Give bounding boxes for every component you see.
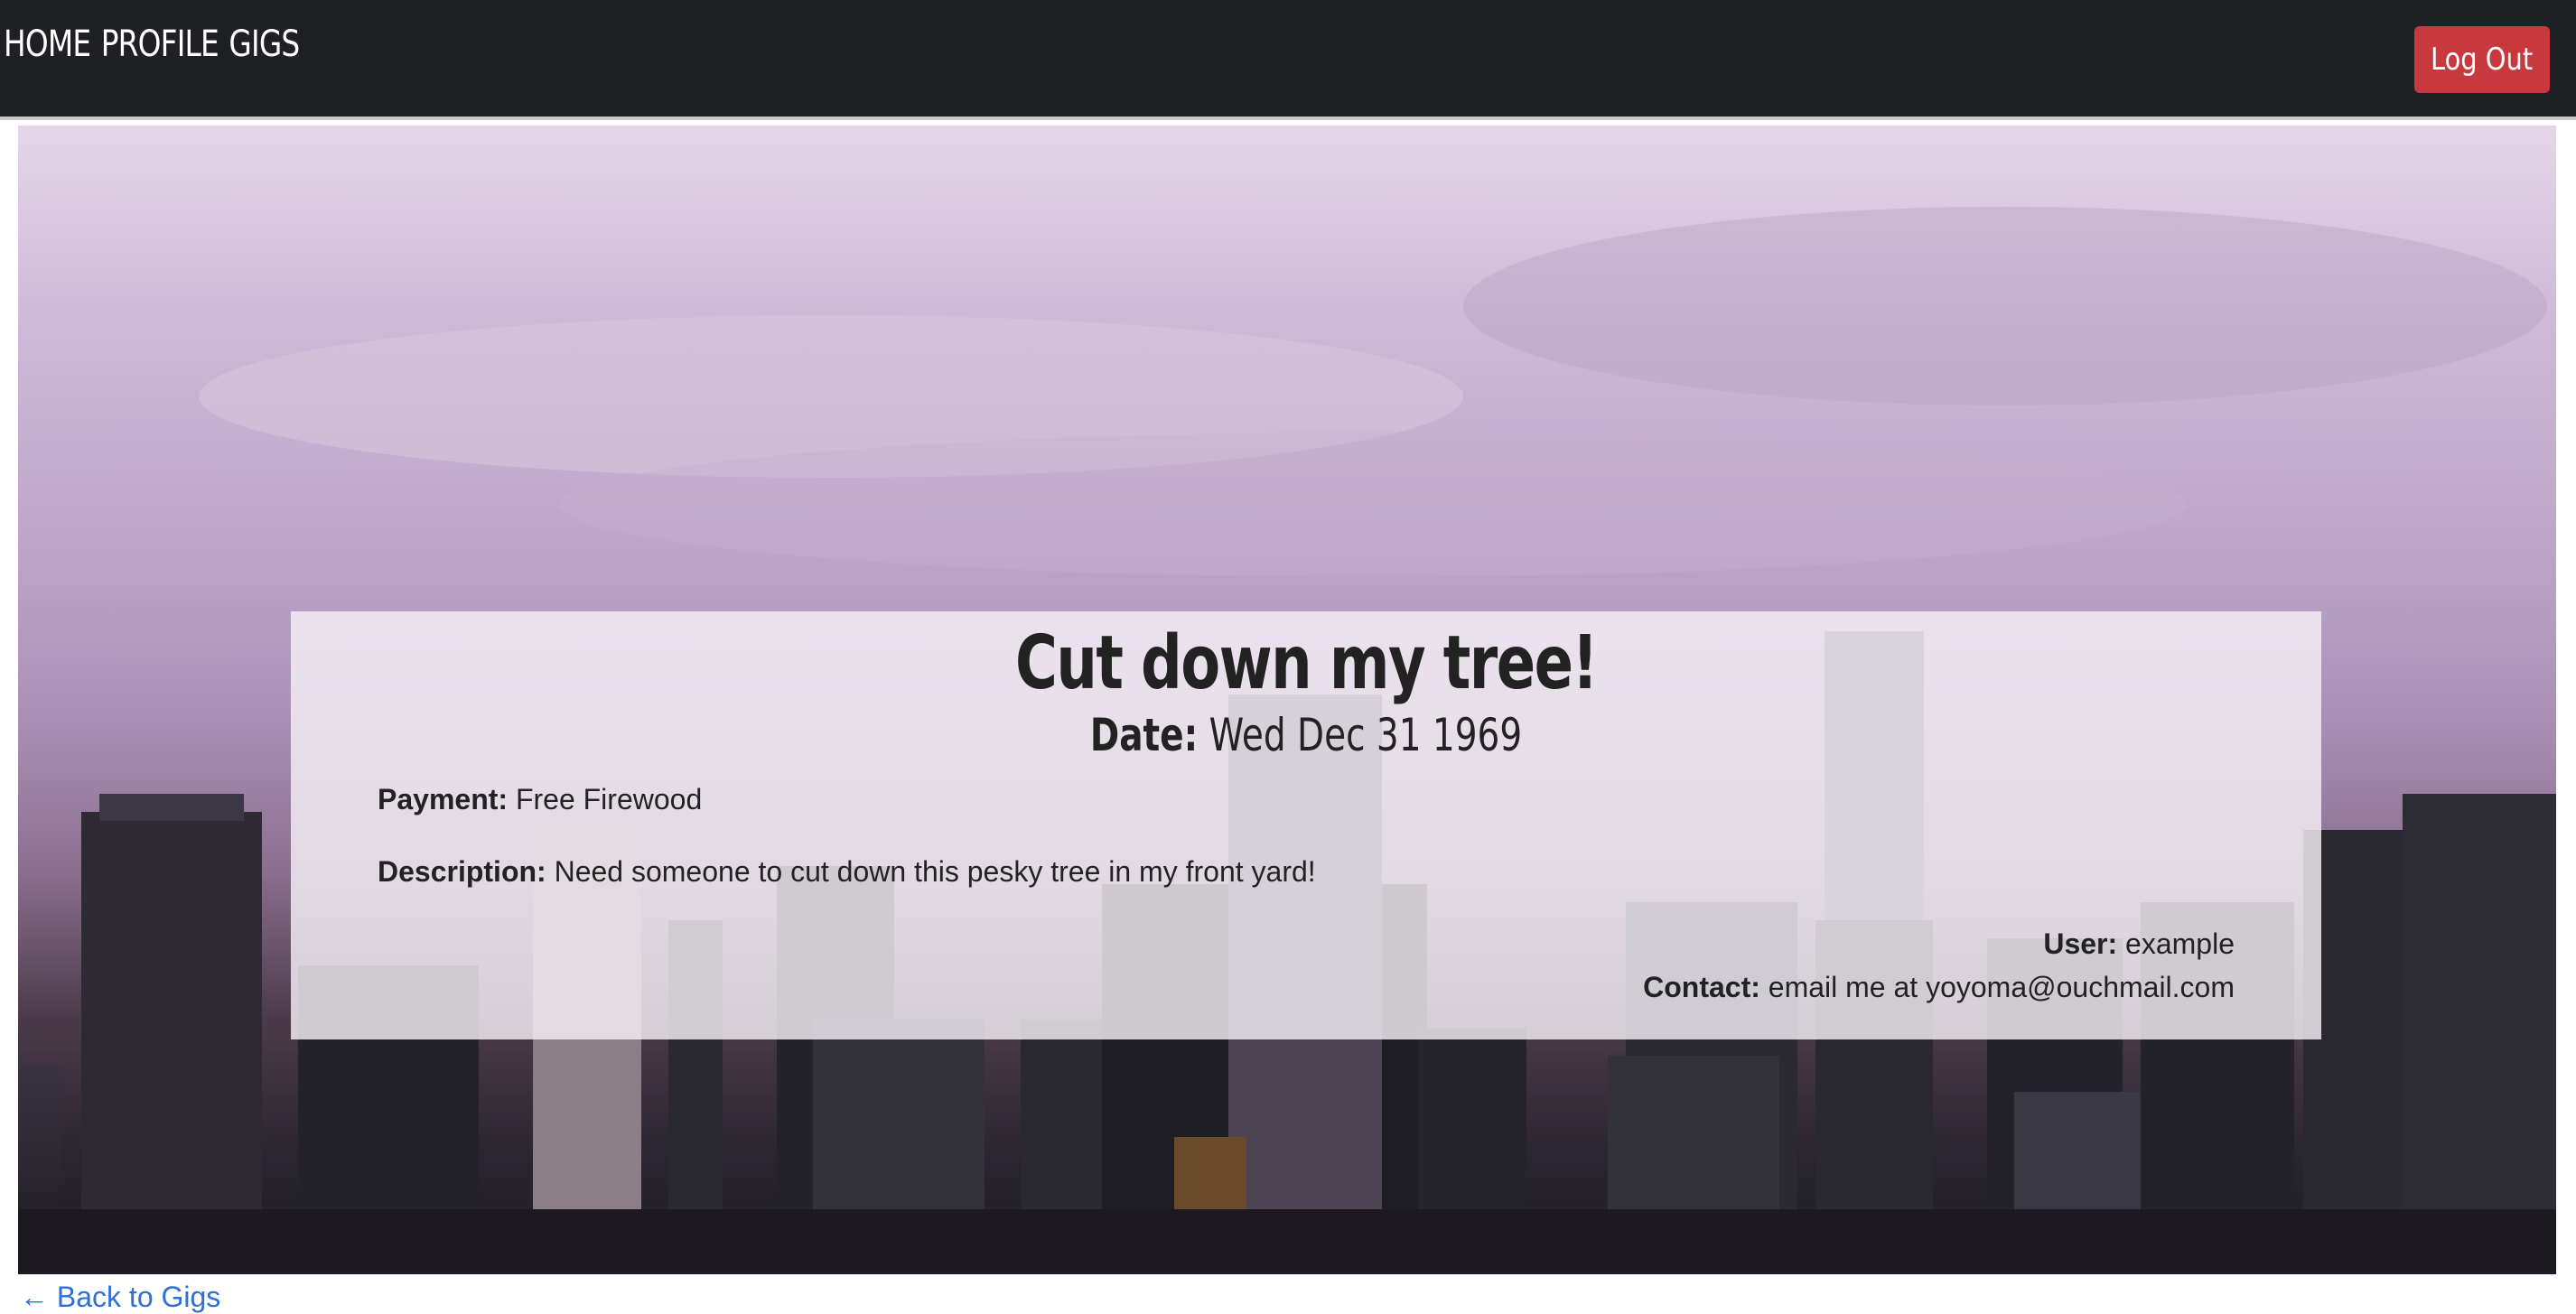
- gig-description: Description: Need someone to cut down th…: [378, 855, 1316, 889]
- gig-title: Cut down my tree!: [1014, 620, 1599, 706]
- payment-label: Payment:: [378, 783, 509, 815]
- date-value: Wed Dec 31 1969: [1209, 709, 1523, 761]
- date-label: Date:: [1089, 709, 1199, 761]
- user-value: example: [2125, 927, 2235, 960]
- nav-link-home[interactable]: HOME: [4, 23, 91, 65]
- hero-background-image: Cut down my tree! Date: Wed Dec 31 1969 …: [18, 126, 2556, 1274]
- logout-button-label: Log Out: [2431, 42, 2534, 78]
- description-value: Need someone to cut down this pesky tree…: [554, 855, 1316, 888]
- back-to-gigs-link[interactable]: ← Back to Gigs: [20, 1281, 220, 1314]
- payment-value: Free Firewood: [515, 783, 703, 815]
- description-label: Description:: [378, 855, 546, 888]
- gig-contact: Contact: email me at yoyoma@ouchmail.com: [1643, 971, 2235, 1004]
- gig-payment: Payment: Free Firewood: [378, 783, 702, 816]
- gig-user: User: example: [2043, 927, 2235, 961]
- nav-links: HOME PROFILE GIGS: [4, 23, 310, 65]
- gig-details-card: Cut down my tree! Date: Wed Dec 31 1969 …: [291, 611, 2321, 1039]
- nav-link-gigs[interactable]: GIGS: [229, 23, 300, 65]
- contact-value: email me at yoyoma@ouchmail.com: [1768, 971, 2235, 1003]
- navbar: HOME PROFILE GIGS Log Out: [0, 0, 2576, 120]
- user-label: User:: [2043, 927, 2118, 960]
- gig-date: Date: Wed Dec 31 1969: [514, 709, 2097, 761]
- logout-button[interactable]: Log Out: [2414, 26, 2550, 93]
- contact-label: Contact:: [1643, 971, 1760, 1003]
- nav-link-profile[interactable]: PROFILE: [101, 23, 219, 65]
